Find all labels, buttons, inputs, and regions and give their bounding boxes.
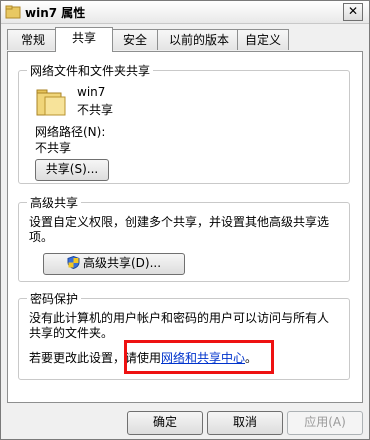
network-share-group: 网络文件和文件夹共享 win7 不共享 网络路径(N): 不共享 共享(S)..… [18,62,350,184]
apply-button-label: 应用(A) [304,415,346,429]
share-button-label: 共享(S)... [45,162,99,176]
tab-security-label: 安全 [122,33,147,47]
tab-general[interactable]: 常规 [7,29,59,50]
tab-customize[interactable]: 自定义 [237,29,289,50]
shield-icon [67,255,80,270]
network-share-legend: 网络文件和文件夹共享 [27,62,154,79]
advanced-share-description-line2: 项。 [29,230,54,244]
highlight-box [124,340,274,374]
sharing-panel: 网络文件和文件夹共享 win7 不共享 网络路径(N): 不共享 共享(S)..… [7,51,363,403]
tab-previous-versions[interactable]: 以前的版本 [157,29,241,50]
apply-button[interactable]: 应用(A) [287,411,363,435]
close-button[interactable]: ✕ [343,3,363,21]
properties-window: win7 属性 ✕ 常规 共享 安全 以前的版本 自定义 网络文件和文件夹共享 … [0,0,370,440]
network-path-value: 不共享 [35,141,72,155]
password-description-line2: 共享的文件夹。 [29,326,114,340]
advanced-share-button-label: 高级共享(D)... [82,256,162,270]
ok-button[interactable]: 确定 [127,411,203,435]
window-title: win7 属性 [25,6,86,20]
network-path-label: 网络路径(N): [35,125,106,139]
advanced-share-group: 高级共享 设置自定义权限，创建多个共享，并设置其他高级共享选 项。 高级共享(D… [18,194,350,282]
cancel-button[interactable]: 取消 [207,411,283,435]
folder-icon [5,5,21,19]
title-bar: win7 属性 ✕ [1,1,369,24]
folder-name: win7 [77,85,106,99]
share-button[interactable]: 共享(S)... [35,159,109,181]
cancel-button-label: 取消 [232,415,257,429]
advanced-share-description-line1: 设置自定义权限，创建多个共享，并设置其他高级共享选 [29,215,330,229]
advanced-share-legend: 高级共享 [27,194,82,211]
tab-security[interactable]: 安全 [109,29,161,50]
tab-sharing-label: 共享 [71,31,96,45]
advanced-share-button[interactable]: 高级共享(D)... [43,253,185,275]
tab-sharing[interactable]: 共享 [55,27,113,52]
password-protection-legend: 密码保护 [27,290,82,307]
folder-share-status: 不共享 [77,103,114,117]
ok-button-label: 确定 [152,415,177,429]
tab-previous-versions-label: 以前的版本 [168,33,229,47]
tab-customize-label: 自定义 [244,33,281,47]
tab-general-label: 常规 [20,33,45,47]
close-icon: ✕ [347,4,359,18]
folder-icon [36,89,66,116]
